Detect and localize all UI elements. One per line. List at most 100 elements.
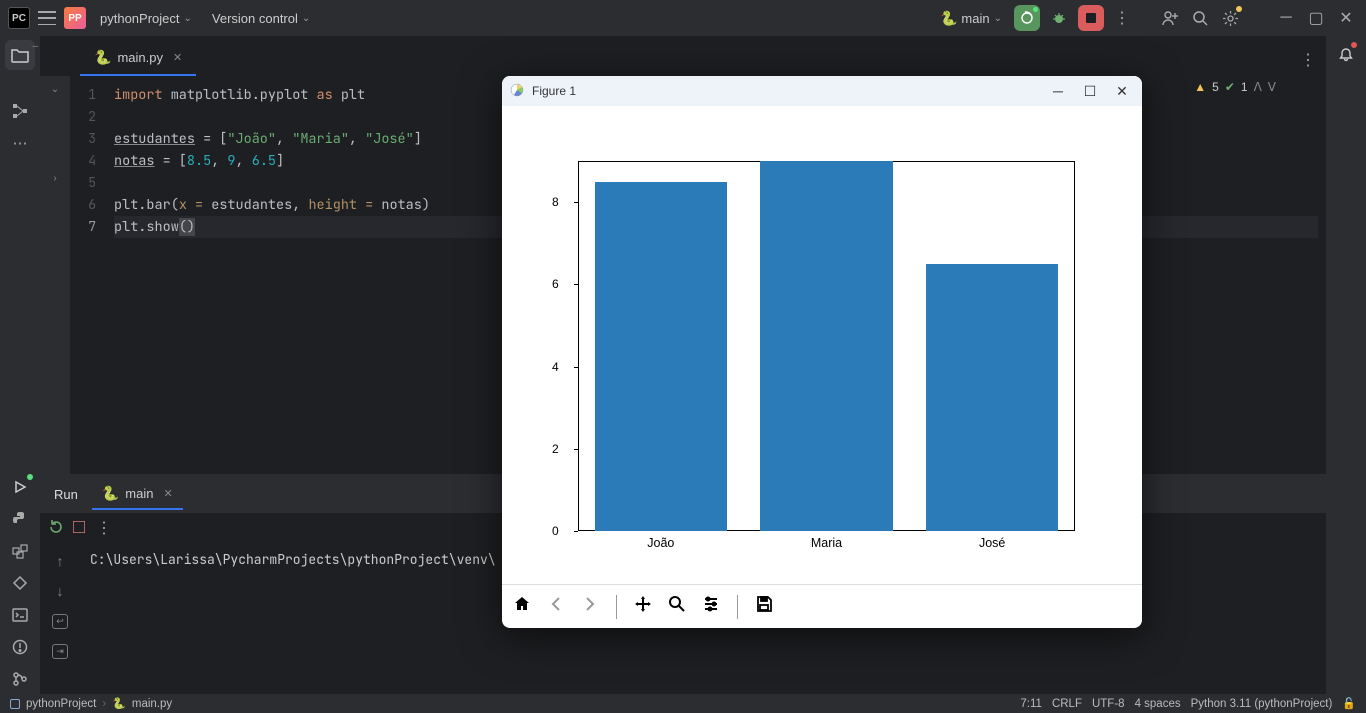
close-tab-icon[interactable]: ✕: [173, 51, 182, 64]
y-tick-label: 6: [552, 277, 559, 291]
file-encoding[interactable]: UTF-8: [1092, 698, 1125, 710]
pycharm-logo-icon: PC: [8, 7, 30, 29]
terminal-icon[interactable]: [5, 600, 35, 630]
rerun-button[interactable]: [48, 519, 63, 537]
fold-column[interactable]: ⌄ ›: [40, 76, 70, 474]
python-packages-icon[interactable]: [5, 536, 35, 566]
python-console-icon[interactable]: [5, 504, 35, 534]
scroll-down-icon[interactable]: ↓: [48, 579, 72, 603]
mpl-window-title: Figure 1: [532, 84, 576, 98]
configure-icon[interactable]: [699, 594, 723, 619]
stop-button[interactable]: [1078, 5, 1104, 31]
run-more-icon[interactable]: ⋮: [95, 516, 113, 540]
run-config-selector[interactable]: 🐍 main ⌄: [934, 8, 1008, 29]
editor-tabs: 🐍 main.py ✕ ⋮: [40, 36, 1326, 76]
next-highlight-icon[interactable]: ᐯ: [1268, 80, 1276, 94]
mpl-titlebar[interactable]: Figure 1 ─ ☐ ✕: [502, 76, 1142, 106]
scroll-up-icon[interactable]: ↑: [48, 549, 72, 573]
y-tick-label: 8: [552, 195, 559, 209]
settings-icon[interactable]: [1218, 6, 1242, 30]
project-tool-icon[interactable]: –: [5, 40, 35, 70]
notifications-icon[interactable]: [1331, 40, 1361, 70]
line-number: 4: [70, 150, 96, 172]
tab-options-icon[interactable]: ⋮: [1296, 48, 1320, 72]
titlebar: PC PP pythonProject ⌄ Version control ⌄ …: [0, 0, 1366, 36]
python-icon: 🐍: [940, 10, 957, 27]
line-number: 1: [70, 84, 96, 106]
soft-wrap-icon[interactable]: ↩: [48, 609, 72, 633]
statusbar: pythonProject › 🐍 main.py 7:11 CRLF UTF-…: [0, 694, 1366, 713]
warning-icon: ▲: [1194, 80, 1206, 94]
services-icon[interactable]: [5, 568, 35, 598]
line-separator[interactable]: CRLF: [1052, 698, 1082, 710]
warning-count: 5: [1212, 80, 1219, 94]
mpl-app-icon: [510, 83, 524, 100]
back-icon[interactable]: [544, 594, 568, 619]
close-window-button[interactable]: ✕: [1334, 6, 1358, 30]
hamburger-icon[interactable]: [38, 11, 56, 25]
mpl-canvas[interactable]: 02468 JoãoMariaJosé: [502, 106, 1142, 584]
interpreter[interactable]: Python 3.11 (pythonProject): [1191, 698, 1333, 710]
cursor-position[interactable]: 7:11: [1020, 698, 1042, 710]
chart-bar: [595, 182, 728, 531]
run-config-name: main: [961, 11, 989, 26]
maximize-button[interactable]: ☐: [1078, 83, 1102, 100]
debug-button[interactable]: [1046, 5, 1072, 31]
run-panel-title: Run: [48, 479, 84, 510]
indent-setting[interactable]: 4 spaces: [1135, 698, 1181, 710]
y-tick-label: 0: [552, 524, 559, 538]
forward-icon[interactable]: [578, 594, 602, 619]
x-tick-label: Maria: [811, 536, 842, 550]
run-tab-main[interactable]: 🐍 main ✕: [92, 479, 183, 510]
line-number: 2: [70, 106, 96, 128]
code-with-me-icon[interactable]: [1158, 6, 1182, 30]
matplotlib-window[interactable]: Figure 1 ─ ☐ ✕ 02468 JoãoMariaJosé: [502, 76, 1142, 628]
version-control-dropdown[interactable]: Version control ⌄: [206, 7, 316, 30]
line-number: 5: [70, 172, 96, 194]
stop-run-button[interactable]: [73, 521, 85, 536]
right-toolbar: [1326, 36, 1366, 694]
file-tab-main[interactable]: 🐍 main.py ✕: [80, 40, 196, 76]
ok-count: 1: [1241, 80, 1248, 94]
scroll-to-end-icon[interactable]: ⇥: [48, 639, 72, 663]
python-icon: 🐍: [112, 697, 126, 710]
prev-highlight-icon[interactable]: ᐱ: [1254, 80, 1262, 94]
structure-tool-icon[interactable]: [5, 96, 35, 126]
python-icon: 🐍: [102, 485, 119, 502]
maximize-button[interactable]: ▢: [1304, 6, 1328, 30]
vcs-icon[interactable]: [5, 664, 35, 694]
problems-icon[interactable]: [5, 632, 35, 662]
left-toolbar: – ⋯: [0, 36, 40, 694]
save-icon[interactable]: [752, 594, 776, 619]
run-tab-label: main: [125, 486, 153, 501]
project-dropdown[interactable]: pythonProject ⌄: [94, 7, 198, 30]
project-icon: PP: [64, 7, 86, 29]
more-actions-button[interactable]: ⋮: [1110, 6, 1134, 30]
python-icon: 🐍: [94, 49, 111, 66]
minimize-button[interactable]: ─: [1274, 6, 1298, 30]
run-side-controls: ↑ ↓ ↩ ⇥: [40, 543, 80, 694]
minimize-button[interactable]: ─: [1046, 83, 1070, 99]
y-tick-label: 2: [552, 442, 559, 456]
zoom-icon[interactable]: [665, 594, 689, 619]
breadcrumb[interactable]: pythonProject › 🐍 main.py: [10, 697, 172, 710]
lock-icon[interactable]: 🔓: [1342, 697, 1356, 710]
editor-inspections[interactable]: ▲5 ✔1 ᐱ ᐯ: [1194, 80, 1276, 94]
top-right-controls: 🐍 main ⌄ ⋮ ─ ▢ ✕: [934, 5, 1358, 31]
run-tool-icon[interactable]: [5, 472, 35, 502]
expand-icon[interactable]: ›: [53, 173, 56, 184]
close-tab-icon[interactable]: ✕: [163, 487, 172, 500]
chart-bars: [578, 161, 1075, 531]
mpl-toolbar: [502, 584, 1142, 628]
more-tools-icon[interactable]: ⋯: [5, 128, 35, 158]
collapse-icon[interactable]: ⌄: [51, 84, 59, 95]
x-tick-label: João: [647, 536, 674, 550]
close-button[interactable]: ✕: [1110, 83, 1134, 100]
home-icon[interactable]: [510, 594, 534, 619]
chevron-down-icon: ⌄: [184, 13, 192, 24]
output-text: C:\Users\Larissa\PycharmProjects\pythonP…: [90, 551, 496, 568]
pan-icon[interactable]: [631, 594, 655, 619]
run-button[interactable]: [1014, 5, 1040, 31]
version-control-label: Version control: [212, 11, 298, 26]
search-icon[interactable]: [1188, 6, 1212, 30]
